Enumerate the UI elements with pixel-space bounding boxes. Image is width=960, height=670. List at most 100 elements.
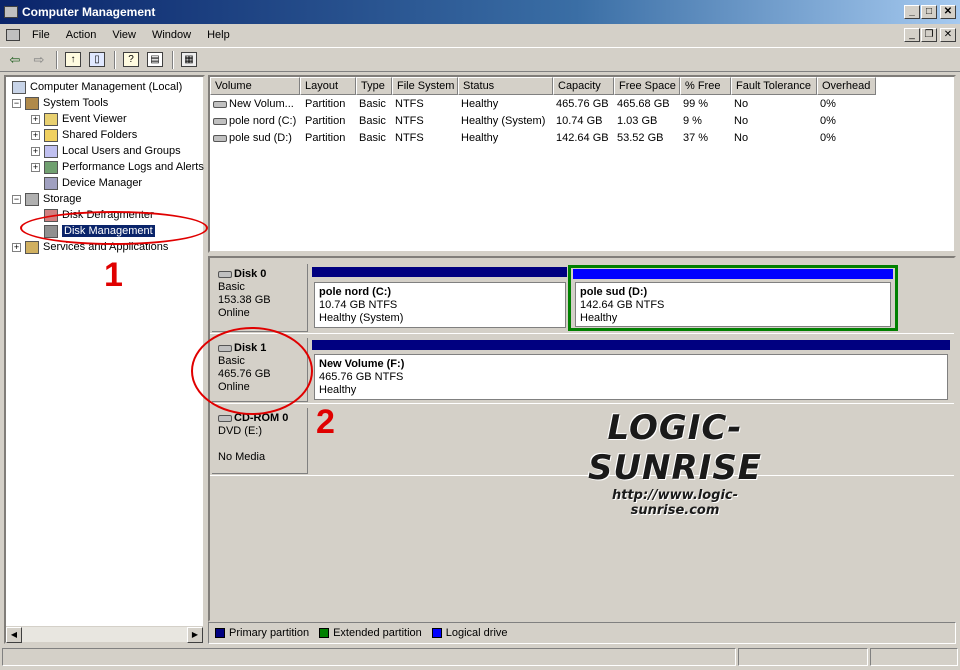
export-list-button[interactable]: ▦ — [178, 50, 200, 70]
collapse-icon[interactable]: − — [12, 194, 21, 204]
partition-size: 10.74 GB NTFS — [319, 299, 398, 311]
menu-window[interactable]: Window — [144, 29, 199, 41]
column-header-capacity[interactable]: Capacity — [553, 77, 614, 95]
cell-percent-free: 99 % — [683, 98, 709, 110]
tree-storage[interactable]: − Storage — [12, 191, 82, 207]
tree-horizontal-scrollbar[interactable]: ◀ ▶ — [6, 626, 203, 643]
column-header-volume[interactable]: Volume — [210, 77, 300, 95]
collapse-icon[interactable]: − — [12, 98, 21, 108]
column-header-percent-free[interactable]: % Free — [680, 77, 731, 95]
cell-volume: pole nord (C:) — [229, 115, 297, 127]
show-hide-tree-button[interactable]: ▯ — [86, 50, 108, 70]
up-folder-icon: ↑ — [65, 52, 81, 67]
cell-file-system: NTFS — [395, 98, 424, 110]
cell-file-system: NTFS — [395, 115, 424, 127]
column-header-fault-tolerance[interactable]: Fault Tolerance — [731, 77, 817, 95]
disk-info-disk0[interactable]: Disk 0 Basic 153.38 GB Online — [212, 264, 308, 332]
logical-swatch — [431, 628, 442, 638]
cell-status: Healthy (System) — [461, 115, 546, 127]
tree-local-users[interactable]: + Local Users and Groups — [31, 143, 181, 159]
column-header-layout[interactable]: Layout — [300, 77, 356, 95]
primary-partition-bar — [312, 340, 950, 350]
event-viewer-icon — [44, 112, 58, 126]
legend-primary: Primary partition — [215, 627, 309, 639]
volume-icon — [213, 134, 227, 142]
cell-fault-tolerance: No — [734, 132, 749, 144]
partition-name: pole nord (C:) — [319, 286, 392, 298]
menu-help[interactable]: Help — [199, 29, 238, 41]
cell-percent-free: 37 % — [683, 132, 709, 144]
volume-icon — [213, 117, 227, 125]
scroll-left-button[interactable]: ◀ — [6, 627, 22, 643]
services-icon — [25, 240, 39, 254]
partition-new-volume[interactable]: New Volume (F:) 465.76 GB NTFS Healthy — [314, 354, 948, 400]
volume-list[interactable]: Volume Layout Type File System Status Ca… — [208, 75, 956, 253]
table-row[interactable]: pole sud (D:) — [210, 130, 300, 146]
tree-system-tools[interactable]: − System Tools — [12, 95, 108, 111]
scroll-right-button[interactable]: ▶ — [187, 627, 203, 643]
column-header-type[interactable]: Type — [356, 77, 392, 95]
cell-status: Healthy — [461, 132, 499, 144]
back-button[interactable]: ⇦ — [4, 50, 26, 70]
column-header-free-space[interactable]: Free Space — [614, 77, 680, 95]
column-header-overhead[interactable]: Overhead — [817, 77, 876, 95]
disk-type: DVD (E:) — [218, 425, 262, 437]
tree-event-viewer[interactable]: + Event Viewer — [31, 111, 127, 127]
forward-button[interactable]: ⇨ — [28, 50, 50, 70]
column-header-file-system[interactable]: File System — [392, 77, 458, 95]
console-tree[interactable]: Computer Management (Local) − System Too… — [4, 75, 205, 644]
menu-action[interactable]: Action — [58, 29, 105, 41]
system-menu-icon[interactable] — [6, 29, 20, 41]
partition-size: 465.76 GB NTFS — [319, 371, 404, 383]
mdi-minimize-button[interactable]: _ — [904, 28, 920, 42]
status-panel-main — [2, 648, 736, 666]
partition-status: Healthy — [580, 312, 618, 324]
menu-file[interactable]: File — [24, 29, 58, 41]
mdi-close-button[interactable]: ✕ — [940, 28, 956, 42]
expand-icon[interactable]: + — [31, 130, 40, 140]
cell-type: Basic — [359, 115, 386, 127]
mdi-restore-button[interactable]: ❐ — [921, 28, 937, 42]
disk-size: 153.38 GB — [218, 294, 271, 306]
cell-capacity: 10.74 GB — [556, 115, 603, 127]
cell-layout: Partition — [305, 98, 346, 110]
table-row[interactable]: New Volum... — [210, 96, 300, 112]
expand-icon[interactable]: + — [12, 242, 21, 252]
shared-folder-icon — [44, 128, 58, 142]
title-bar[interactable]: Computer Management _ □ ✕ — [0, 0, 960, 24]
expand-icon[interactable]: + — [31, 146, 40, 156]
tree-root[interactable]: Computer Management (Local) — [12, 79, 182, 95]
close-button[interactable]: ✕ — [940, 5, 956, 19]
toolbar: ⇦ ⇨ ↑ ▯ ? ▤ ▦ — [0, 47, 960, 72]
cell-free-space: 465.68 GB — [617, 98, 670, 110]
expand-icon[interactable]: + — [31, 114, 40, 124]
partition-status: Healthy — [319, 384, 357, 396]
tree-performance-logs[interactable]: + Performance Logs and Alerts — [31, 159, 204, 175]
column-header-status[interactable]: Status — [458, 77, 553, 95]
properties-button[interactable]: ▤ — [144, 50, 166, 70]
cell-overhead: 0% — [820, 98, 836, 110]
cell-status: Healthy — [461, 98, 499, 110]
legend: Primary partition Extended partition Log… — [208, 622, 956, 644]
maximize-button[interactable]: □ — [921, 5, 937, 19]
tree-device-manager[interactable]: Device Manager — [44, 175, 142, 191]
help-button[interactable]: ? — [120, 50, 142, 70]
cell-layout: Partition — [305, 115, 346, 127]
partition-name: pole sud (D:) — [580, 286, 648, 298]
partition-size: 142.64 GB NTFS — [580, 299, 665, 311]
logical-drive-bar — [573, 269, 893, 279]
partition-pole-sud[interactable]: pole sud (D:) 142.64 GB NTFS Healthy — [575, 282, 891, 327]
tree-label: Storage — [43, 193, 82, 205]
primary-partition-bar — [312, 267, 567, 277]
tree-shared-folders[interactable]: + Shared Folders — [31, 127, 137, 143]
minimize-button[interactable]: _ — [904, 5, 920, 19]
expand-icon[interactable]: + — [31, 162, 40, 172]
menu-view[interactable]: View — [104, 29, 144, 41]
disk-info-cdrom0[interactable]: CD-ROM 0 DVD (E:) No Media — [212, 408, 308, 474]
table-row[interactable]: pole nord (C:) — [210, 113, 300, 129]
storage-icon — [25, 192, 39, 206]
toolbar-separator — [56, 50, 58, 69]
up-one-level-button[interactable]: ↑ — [62, 50, 84, 70]
cell-free-space: 1.03 GB — [617, 115, 658, 127]
partition-pole-nord[interactable]: pole nord (C:) 10.74 GB NTFS Healthy (Sy… — [314, 282, 566, 328]
